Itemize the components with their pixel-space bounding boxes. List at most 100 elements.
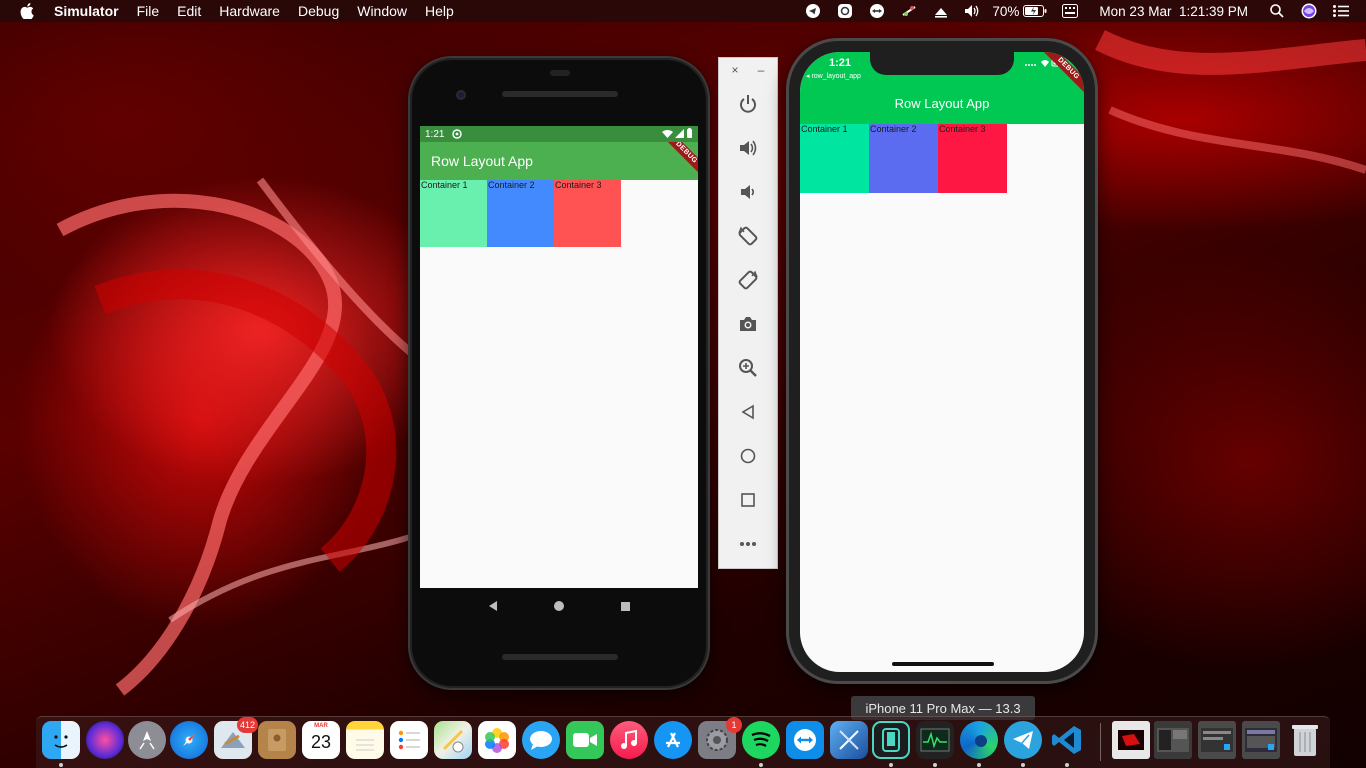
android-signal-icon xyxy=(675,128,684,138)
spotify-icon[interactable] xyxy=(742,721,780,759)
iphone-home-indicator[interactable] xyxy=(892,662,994,666)
launchpad-icon[interactable] xyxy=(128,721,166,759)
toolbar-close-button[interactable]: × xyxy=(729,64,741,76)
back-icon[interactable] xyxy=(736,400,760,424)
siri-dock-icon[interactable] xyxy=(86,721,124,759)
menu-debug[interactable]: Debug xyxy=(298,3,339,19)
spotify-running-dot xyxy=(759,763,763,767)
siri-icon[interactable] xyxy=(1300,3,1318,19)
telegram-icon[interactable] xyxy=(1004,721,1042,759)
iphone-container-2: Container 2 xyxy=(869,124,938,193)
photos-icon[interactable] xyxy=(478,721,516,759)
safari-icon[interactable] xyxy=(170,721,208,759)
xcode-instruments-icon[interactable] xyxy=(830,721,868,759)
downloads-stack-icon[interactable] xyxy=(1112,721,1150,759)
menu-bar: Simulator File Edit Hardware Debug Windo… xyxy=(0,0,1366,22)
emulator-toolbar: × – xyxy=(718,57,778,569)
documents-stack-icon[interactable] xyxy=(1198,721,1236,759)
app-store-icon[interactable] xyxy=(654,721,692,759)
mail-icon[interactable]: 412 xyxy=(214,717,258,759)
contacts-icon[interactable] xyxy=(258,721,296,759)
android-back-button[interactable] xyxy=(487,600,499,612)
android-screen[interactable]: 1:21 Row Layout App DEBUG Container 1 Co… xyxy=(420,126,698,588)
edge-browser-icon[interactable] xyxy=(960,721,998,759)
overview-icon[interactable] xyxy=(736,488,760,512)
notes-icon[interactable] xyxy=(346,721,384,759)
android-sync-icon xyxy=(452,129,463,139)
camera-icon[interactable] xyxy=(736,312,760,336)
rotate-right-icon[interactable] xyxy=(736,268,760,292)
vscode-running-dot xyxy=(1065,763,1069,767)
apple-menu-icon[interactable] xyxy=(20,3,38,19)
android-wifi-icon xyxy=(662,129,673,138)
android-navigation-bar xyxy=(420,588,698,624)
calendar-icon[interactable]: MAR 23 xyxy=(302,721,340,759)
keyboard-viewer-icon[interactable] xyxy=(1061,3,1079,19)
android-container-2: Container 2 xyxy=(487,180,554,247)
messages-icon[interactable] xyxy=(522,721,560,759)
menu-file[interactable]: File xyxy=(137,3,160,19)
menu-hardware[interactable]: Hardware xyxy=(219,3,280,19)
maps-icon[interactable] xyxy=(434,721,472,759)
rotate-left-icon[interactable] xyxy=(736,224,760,248)
trash-icon[interactable] xyxy=(1286,721,1324,759)
iphone-container-3: Container 3 xyxy=(938,124,1007,193)
iphone-simulator-device: 1:21 ◂ row_layout_app DEBUG Row Layout A… xyxy=(786,38,1098,684)
menu-edit[interactable]: Edit xyxy=(177,3,201,19)
menu-window[interactable]: Window xyxy=(357,3,407,19)
edge-running-dot xyxy=(977,763,981,767)
menu-help[interactable]: Help xyxy=(425,3,454,19)
dock: 412 MAR 23 1 xyxy=(36,716,1330,768)
top-speaker xyxy=(502,91,618,97)
home-icon[interactable] xyxy=(736,444,760,468)
android-status-time: 1:21 xyxy=(425,128,445,140)
telegram-status-icon[interactable] xyxy=(804,3,822,19)
calendar-month: MAR xyxy=(314,723,328,729)
android-container-1: Container 1 xyxy=(420,180,487,247)
mail-badge: 412 xyxy=(236,717,258,733)
screenshot-stack-icon[interactable] xyxy=(1154,721,1192,759)
activity-monitor-running-dot xyxy=(933,763,937,767)
system-preferences-icon[interactable]: 1 xyxy=(698,717,742,759)
spotlight-search-icon[interactable] xyxy=(1268,3,1286,19)
power-icon[interactable] xyxy=(736,92,760,116)
finder-running-dot xyxy=(59,763,63,767)
reminders-icon[interactable] xyxy=(390,721,428,759)
menu-app-name[interactable]: Simulator xyxy=(54,3,119,19)
dock-separator xyxy=(1100,723,1101,761)
folder-stack-icon[interactable] xyxy=(1242,721,1280,759)
toolbar-minimize-button[interactable]: – xyxy=(755,64,767,76)
volume-down-icon[interactable] xyxy=(736,180,760,204)
facetime-icon[interactable] xyxy=(566,721,604,759)
android-home-button[interactable] xyxy=(553,600,565,612)
android-emulator-device: 1:21 Row Layout App DEBUG Container 1 Co… xyxy=(408,56,710,690)
teamviewer-icon[interactable] xyxy=(786,721,824,759)
music-icon[interactable] xyxy=(610,721,648,759)
activity-monitor-icon[interactable] xyxy=(916,721,954,759)
android-status-bar: 1:21 xyxy=(420,126,698,142)
finder-icon[interactable] xyxy=(42,721,80,759)
android-app-bar: Row Layout App DEBUG xyxy=(420,142,698,180)
scrobbler-status-icon[interactable] xyxy=(836,3,854,19)
more-icon[interactable] xyxy=(736,532,760,556)
vscode-icon[interactable] xyxy=(1048,721,1086,759)
volume-up-icon[interactable] xyxy=(736,136,760,160)
iphone-app-bar: 1:21 ◂ row_layout_app DEBUG Row Layout A… xyxy=(800,52,1084,124)
volume-icon[interactable] xyxy=(964,3,982,19)
simulator-icon[interactable] xyxy=(872,721,910,759)
notification-center-icon[interactable] xyxy=(1332,3,1350,19)
iphone-screen[interactable]: 1:21 ◂ row_layout_app DEBUG Row Layout A… xyxy=(800,52,1084,672)
android-container-row: Container 1 Container 2 Container 3 xyxy=(420,180,698,247)
debug-banner: DEBUG xyxy=(661,142,698,178)
iphone-back-to-app-link[interactable]: ◂ row_layout_app xyxy=(806,72,861,80)
battery-icon[interactable] xyxy=(1023,3,1047,19)
zoom-icon[interactable] xyxy=(736,356,760,380)
airplay-icon[interactable] xyxy=(932,3,950,19)
network-status-icon[interactable] xyxy=(900,3,918,19)
iphone-app-title: Row Layout App xyxy=(894,96,990,111)
teamviewer-status-icon[interactable] xyxy=(868,3,886,19)
device-earpiece-slot xyxy=(550,70,570,76)
menubar-clock[interactable]: Mon 23 Mar 1:21:39 PM xyxy=(1099,4,1248,19)
android-overview-button[interactable] xyxy=(620,601,631,612)
front-camera xyxy=(456,90,466,100)
